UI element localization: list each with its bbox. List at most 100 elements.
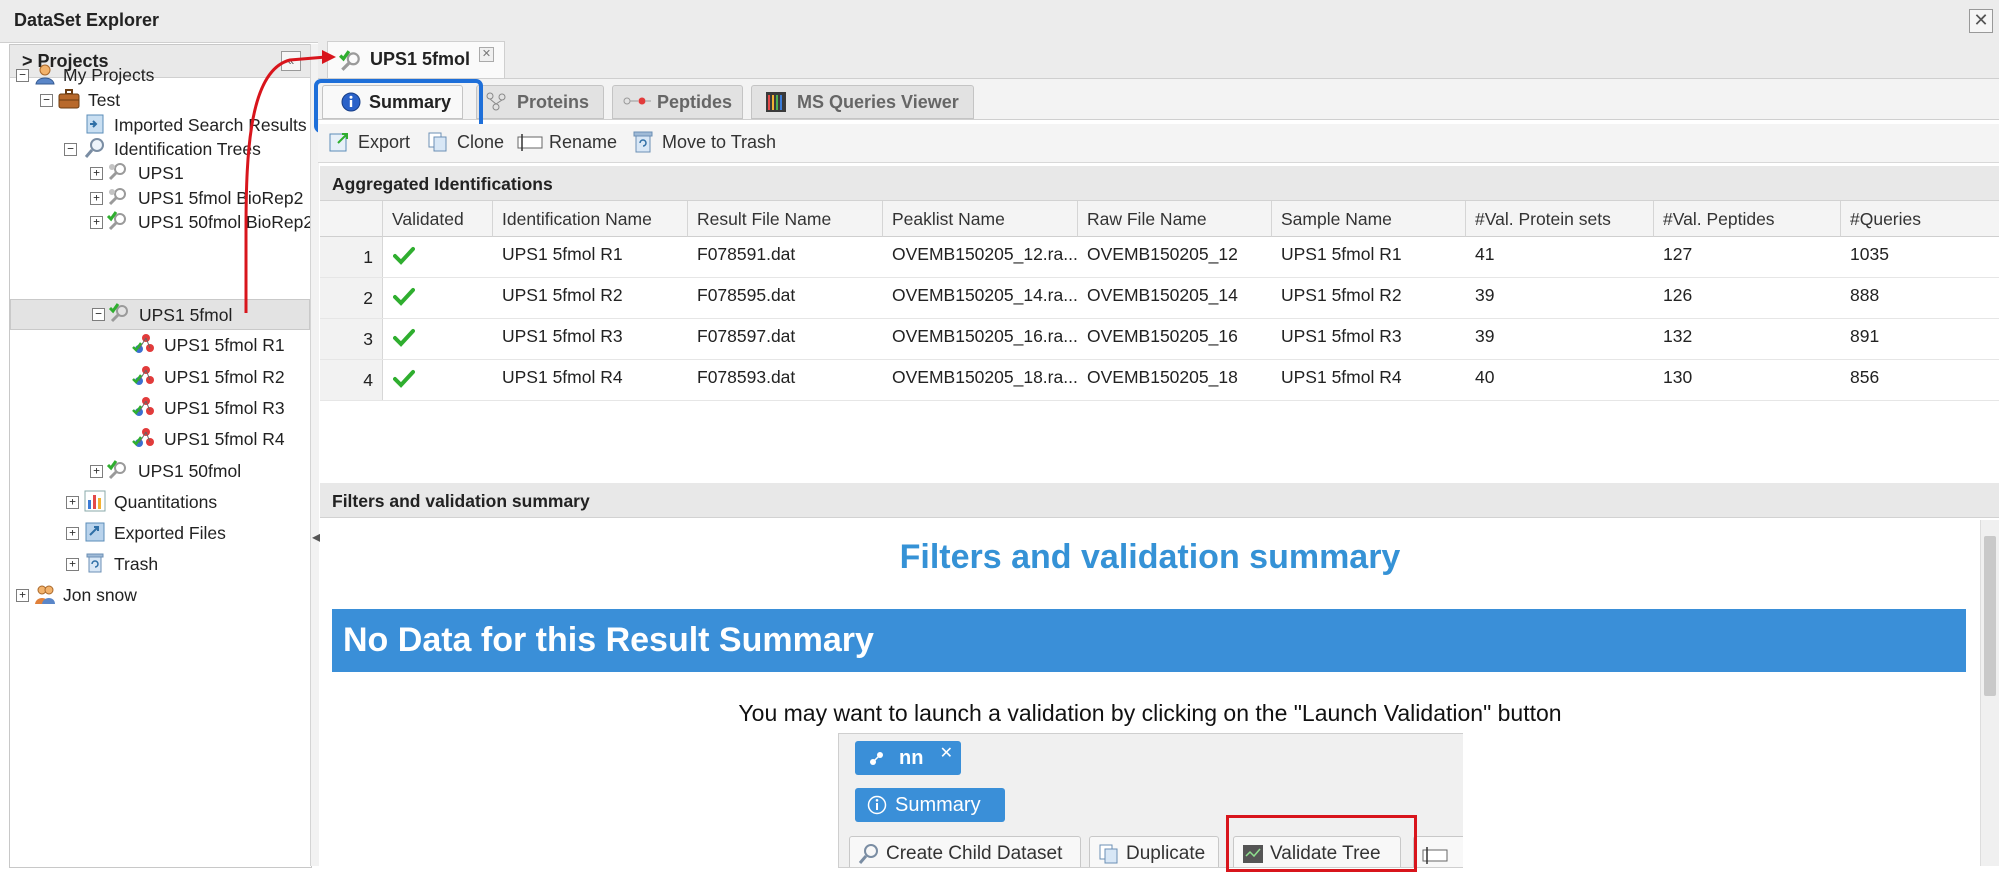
expand-toggle-icon[interactable]: + — [90, 167, 103, 180]
cell-queries: 891 — [1850, 326, 1880, 346]
bar-chart-icon — [84, 490, 106, 512]
cell-val-protein-sets: 39 — [1475, 326, 1495, 346]
export-label: Export — [358, 132, 411, 152]
rename-icon — [1422, 847, 1448, 864]
tree-item-label: UPS1 5fmol — [139, 305, 233, 325]
column-header-label: #Val. Protein sets — [1475, 209, 1611, 229]
cell-peaklist-name: OVEMB150205_12.ra... — [892, 244, 1078, 264]
tab-ms-queries-viewer[interactable]: MS Queries Viewer — [751, 85, 974, 119]
window-close-icon[interactable]: ✕ — [1969, 9, 1993, 33]
collapse-panel-icon[interactable]: « — [281, 51, 301, 71]
expand-toggle-icon[interactable]: + — [90, 465, 103, 478]
column-header-raw-file-name[interactable]: Raw File Name — [1078, 201, 1272, 237]
cell-queries: 856 — [1850, 367, 1880, 387]
collapse-toggle-icon[interactable]: − — [64, 143, 77, 156]
magnifier-icon — [84, 138, 104, 158]
tree-item-ups1-5fmol[interactable]: − UPS1 5fmol — [10, 299, 310, 330]
cell-val-protein-sets: 40 — [1475, 367, 1495, 387]
expand-toggle-icon[interactable]: + — [66, 558, 79, 571]
cell-val-peptides: 130 — [1663, 367, 1693, 387]
cell-result-file-name: F078595.dat — [697, 285, 796, 305]
ms-queries-icon — [766, 92, 786, 112]
column-header-label: Sample Name — [1281, 209, 1392, 229]
cell-raw-file-name: OVEMB150205_16 — [1087, 326, 1238, 346]
peptides-icon — [623, 97, 651, 105]
collapse-toggle-icon[interactable]: − — [16, 69, 29, 82]
document-tab-strip — [318, 42, 1999, 79]
tree-item-label: Trash — [114, 554, 159, 574]
tree-item-label: UPS1 50fmol BioRep2 — [138, 212, 314, 232]
row-number: 1 — [320, 237, 383, 277]
column-header-validated[interactable]: Validated — [383, 201, 493, 237]
no-data-text: No Data for this Result Summary — [343, 621, 874, 659]
tree-item-label: Exported Files — [114, 523, 226, 543]
molecule-icon — [132, 334, 154, 353]
launch-validation-hint: You may want to launch a validation by c… — [738, 700, 1562, 726]
column-header-label: Peaklist Name — [892, 209, 1005, 229]
tab-label: Proteins — [517, 92, 590, 112]
column-header-label: Result File Name — [697, 209, 832, 229]
expand-toggle-icon[interactable]: + — [66, 527, 79, 540]
cell-peaklist-name: OVEMB150205_14.ra... — [892, 285, 1078, 305]
tab-peptides[interactable]: Peptides — [612, 85, 743, 119]
row-number: 4 — [320, 360, 383, 400]
cell-sample-name: UPS1 5fmol R1 — [1281, 244, 1402, 264]
tab-proteins[interactable]: Proteins — [476, 85, 604, 119]
cell-val-peptides: 126 — [1663, 285, 1693, 305]
vertical-scrollbar[interactable] — [1980, 520, 1999, 866]
molecule-icon — [870, 752, 883, 765]
create-child-icon — [858, 844, 878, 864]
summary-heading: Filters and validation summary — [899, 538, 1401, 576]
expand-toggle-icon[interactable]: + — [16, 589, 29, 602]
collapse-toggle-icon[interactable]: − — [92, 308, 105, 321]
dataset-validated-icon — [106, 460, 126, 480]
tab-ups1-5fmol[interactable]: UPS1 5fmol ✕ — [327, 41, 505, 78]
column-header-label: Validated — [392, 209, 464, 229]
validate-tree-highlight — [1226, 815, 1417, 872]
user-icon — [35, 64, 55, 85]
validated-check-icon — [393, 288, 415, 306]
expand-toggle-icon[interactable]: + — [90, 192, 103, 205]
cell-queries: 1035 — [1850, 244, 1889, 264]
tree-item-label: UPS1 5fmol R1 — [164, 335, 285, 355]
cell-result-file-name: F078597.dat — [697, 326, 796, 346]
molecule-icon — [132, 428, 154, 447]
cell-sample-name: UPS1 5fmol R3 — [1281, 326, 1402, 346]
validated-check-icon — [393, 329, 415, 347]
column-header-val-protein-sets[interactable]: #Val. Protein sets — [1466, 201, 1654, 237]
collapse-toggle-icon[interactable]: − — [40, 94, 53, 107]
row-number: 3 — [320, 319, 383, 359]
users-icon — [35, 585, 55, 604]
rename-icon — [517, 134, 543, 151]
molecule-icon — [132, 397, 154, 416]
column-header-label: #Val. Peptides — [1663, 209, 1775, 229]
embedded-duplicate-button: Duplicate — [1089, 836, 1219, 867]
cell-peaklist-name: OVEMB150205_16.ra... — [892, 326, 1078, 346]
panel-splitter[interactable]: ◀ — [310, 44, 321, 866]
column-header-queries[interactable]: #Queries — [1841, 201, 1999, 237]
tab-close-icon[interactable]: ✕ — [479, 47, 494, 62]
column-header-val-peptides[interactable]: #Val. Peptides — [1654, 201, 1841, 237]
validated-check-icon — [393, 370, 415, 388]
dataset-grey-icon — [108, 163, 126, 181]
cell-result-file-name: F078593.dat — [697, 367, 796, 387]
tree-item-label: UPS1 5fmol R4 — [164, 429, 285, 449]
column-header-identification-name[interactable]: Identification Name — [493, 201, 688, 237]
molecule-icon — [132, 366, 154, 385]
column-header-result-file-name[interactable]: Result File Name — [688, 201, 883, 237]
cell-peaklist-name: OVEMB150205_18.ra... — [892, 367, 1078, 387]
dataset-validated-icon — [108, 303, 128, 323]
clone-label: Clone — [457, 132, 505, 152]
column-header-peaklist-name[interactable]: Peaklist Name — [883, 201, 1078, 237]
cell-result-file-name: F078591.dat — [697, 244, 796, 264]
expand-toggle-icon[interactable]: + — [90, 216, 103, 229]
filters-validation-header: Filters and validation summary — [320, 483, 1999, 518]
cell-raw-file-name: OVEMB150205_18 — [1087, 367, 1238, 387]
cell-raw-file-name: OVEMB150205_12 — [1087, 244, 1238, 264]
tree-item-label: Identification Trees — [114, 139, 261, 159]
scrollbar-thumb[interactable] — [1984, 536, 1996, 696]
cell-val-peptides: 132 — [1663, 326, 1693, 346]
briefcase-icon — [58, 89, 80, 109]
column-header-sample-name[interactable]: Sample Name — [1272, 201, 1466, 237]
expand-toggle-icon[interactable]: + — [66, 496, 79, 509]
